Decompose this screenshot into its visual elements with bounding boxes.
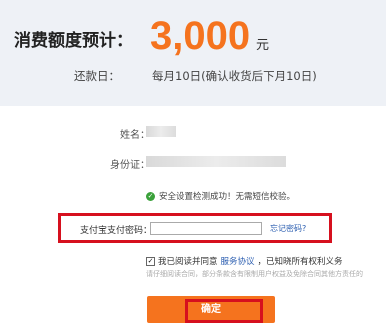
repayment-label: 还款日： — [74, 69, 120, 83]
credit-unit: 元 — [256, 38, 270, 53]
check-circle-icon: ✓ — [146, 191, 155, 201]
repayment-value: 每月10日(确认收货后下月10日) — [152, 69, 317, 83]
service-agreement-link[interactable]: 服务协议 — [221, 255, 255, 267]
security-message: 安全设置检测成功！无需短信校验。 — [159, 192, 296, 202]
agreement-row: ✓ 我已阅读并同意 服务协议 ，已知晓所有权利义务 — [146, 255, 343, 267]
agreement-checkbox[interactable]: ✓ — [146, 256, 155, 266]
credit-summary-panel: 消费额度预计： 3,000 元 还款日： 每月10日(确认收货后下月10日) — [0, 0, 386, 106]
security-check-row: ✓ 安全设置检测成功！无需短信校验。 — [146, 190, 295, 202]
password-label: 支付宝支付密码： — [80, 226, 153, 236]
confirm-button-label[interactable]: 确定 — [147, 296, 275, 323]
id-value-masked — [146, 156, 286, 167]
agreement-suffix: ，已知晓所有权利义务 — [257, 257, 343, 267]
name-value-masked — [146, 126, 176, 137]
id-label: 身份证： — [110, 160, 150, 171]
credit-amount: 3,000 — [150, 14, 251, 58]
agreement-prefix: 我已阅读并同意 — [158, 257, 218, 267]
forgot-password-link[interactable]: 忘记密码? — [270, 223, 306, 234]
credit-label: 消费额度预计： — [14, 31, 133, 51]
agreement-note: 请仔细阅读合同，部分条款含有限制用户权益及免除合同其他方责任的 — [146, 270, 363, 278]
payment-password-input[interactable] — [150, 222, 262, 235]
